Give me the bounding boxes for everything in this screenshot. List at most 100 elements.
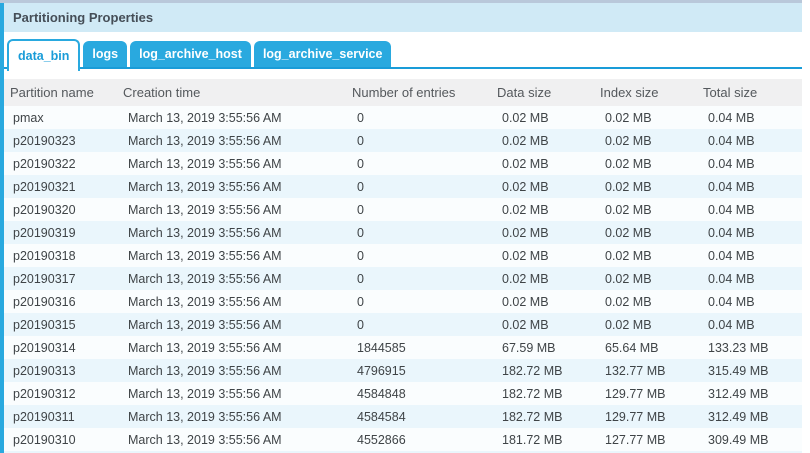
cell-number-of-entries: 0 — [352, 249, 497, 263]
tab-bar: data_binlogslog_archive_hostlog_archive_… — [4, 40, 802, 69]
page-title: Partitioning Properties — [13, 10, 153, 25]
table-body: pmaxMarch 13, 2019 3:55:56 AM00.02 MB0.0… — [4, 106, 802, 451]
tab-data-bin[interactable]: data_bin — [7, 39, 80, 71]
cell-number-of-entries: 0 — [352, 203, 497, 217]
partitions-table: Partition nameCreation timeNumber of ent… — [4, 79, 802, 453]
cell-total-size: 312.49 MB — [703, 387, 802, 401]
cell-number-of-entries: 4584848 — [352, 387, 497, 401]
cell-creation-time: March 13, 2019 3:55:56 AM — [123, 203, 352, 217]
column-header-total-size: Total size — [703, 85, 802, 100]
cell-partition-name: p20190311 — [4, 410, 123, 424]
cell-creation-time: March 13, 2019 3:55:56 AM — [123, 111, 352, 125]
cell-partition-name: p20190319 — [4, 226, 123, 240]
cell-data-size: 181.72 MB — [497, 433, 600, 447]
cell-number-of-entries: 4796915 — [352, 364, 497, 378]
cell-number-of-entries: 0 — [352, 134, 497, 148]
cell-total-size: 0.04 MB — [703, 203, 802, 217]
cell-total-size: 0.04 MB — [703, 157, 802, 171]
cell-data-size: 182.72 MB — [497, 387, 600, 401]
cell-data-size: 182.72 MB — [497, 410, 600, 424]
partitioning-properties-panel: Partitioning Properties data_binlogslog_… — [0, 0, 802, 453]
cell-number-of-entries: 0 — [352, 318, 497, 332]
cell-total-size: 315.49 MB — [703, 364, 802, 378]
cell-data-size: 0.02 MB — [497, 157, 600, 171]
tab-log-archive-host[interactable]: log_archive_host — [130, 41, 251, 67]
cell-number-of-entries: 0 — [352, 111, 497, 125]
cell-partition-name: p20190321 — [4, 180, 123, 194]
table-row[interactable]: p20190315March 13, 2019 3:55:56 AM00.02 … — [4, 313, 802, 336]
table-row[interactable]: p20190322March 13, 2019 3:55:56 AM00.02 … — [4, 152, 802, 175]
cell-total-size: 312.49 MB — [703, 410, 802, 424]
column-header-number-of-entries: Number of entries — [352, 85, 497, 100]
cell-index-size: 0.02 MB — [600, 295, 703, 309]
table-row[interactable]: p20190311March 13, 2019 3:55:56 AM458458… — [4, 405, 802, 428]
cell-index-size: 129.77 MB — [600, 410, 703, 424]
cell-total-size: 0.04 MB — [703, 111, 802, 125]
column-header-partition-name: Partition name — [4, 85, 123, 100]
cell-total-size: 0.04 MB — [703, 318, 802, 332]
table-row[interactable]: p20190313March 13, 2019 3:55:56 AM479691… — [4, 359, 802, 382]
cell-total-size: 0.04 MB — [703, 272, 802, 286]
cell-index-size: 0.02 MB — [600, 249, 703, 263]
cell-data-size: 0.02 MB — [497, 295, 600, 309]
cell-total-size: 0.04 MB — [703, 226, 802, 240]
table-row[interactable]: p20190312March 13, 2019 3:55:56 AM458484… — [4, 382, 802, 405]
cell-data-size: 0.02 MB — [497, 318, 600, 332]
cell-index-size: 0.02 MB — [600, 111, 703, 125]
table-row[interactable]: p20190316March 13, 2019 3:55:56 AM00.02 … — [4, 290, 802, 313]
column-header-data-size: Data size — [497, 85, 600, 100]
cell-creation-time: March 13, 2019 3:55:56 AM — [123, 134, 352, 148]
cell-creation-time: March 13, 2019 3:55:56 AM — [123, 364, 352, 378]
cell-total-size: 0.04 MB — [703, 295, 802, 309]
cell-index-size: 0.02 MB — [600, 203, 703, 217]
table-row[interactable]: p20190323March 13, 2019 3:55:56 AM00.02 … — [4, 129, 802, 152]
cell-creation-time: March 13, 2019 3:55:56 AM — [123, 433, 352, 447]
table-row[interactable]: pmaxMarch 13, 2019 3:55:56 AM00.02 MB0.0… — [4, 106, 802, 129]
cell-partition-name: p20190315 — [4, 318, 123, 332]
table-row[interactable]: p20190320March 13, 2019 3:55:56 AM00.02 … — [4, 198, 802, 221]
cell-index-size: 0.02 MB — [600, 134, 703, 148]
cell-number-of-entries: 4584584 — [352, 410, 497, 424]
table-row[interactable]: p20190318March 13, 2019 3:55:56 AM0 0.02 … — [4, 244, 802, 267]
cell-data-size: 0.02 MB — [497, 180, 600, 194]
cell-creation-time: March 13, 2019 3:55:56 AM — [123, 410, 352, 424]
cell-data-size: 0.02 MB — [497, 226, 600, 240]
cell-total-size: 309.49 MB — [703, 433, 802, 447]
cell-index-size: 0.02 MB — [600, 157, 703, 171]
cell-index-size: 0.02 MB — [600, 226, 703, 240]
table-header-row: Partition nameCreation timeNumber of ent… — [4, 79, 802, 106]
cell-number-of-entries: 0 — [352, 157, 497, 171]
tab-log-archive-service[interactable]: log_archive_service — [254, 41, 392, 67]
cell-number-of-entries: 0 — [352, 226, 497, 240]
table-row[interactable]: p20190317March 13, 2019 3:55:56 AM00.02 … — [4, 267, 802, 290]
cell-index-size: 65.64 MB — [600, 341, 703, 355]
tab-logs[interactable]: logs — [83, 41, 127, 67]
cell-index-size: 129.77 MB — [600, 387, 703, 401]
cell-total-size: 0.04 MB — [703, 249, 802, 263]
cell-number-of-entries: 4552866 — [352, 433, 497, 447]
table-row[interactable]: p20190321March 13, 2019 3:55:56 AM00.02 … — [4, 175, 802, 198]
cell-partition-name: p20190317 — [4, 272, 123, 286]
panel-body: Partitioning Properties data_binlogslog_… — [0, 3, 802, 453]
cell-partition-name: p20190314 — [4, 341, 123, 355]
cell-number-of-entries: 0 — [352, 272, 497, 286]
cell-total-size: 133.23 MB — [703, 341, 802, 355]
cell-partition-name: p20190310 — [4, 433, 123, 447]
cell-data-size: 0.02 MB — [497, 111, 600, 125]
table-row[interactable]: p20190314March 13, 2019 3:55:56 AM184458… — [4, 336, 802, 359]
cell-creation-time: March 13, 2019 3:55:56 AM — [123, 318, 352, 332]
cell-total-size: 0.04 MB — [703, 134, 802, 148]
cell-creation-time: March 13, 2019 3:55:56 AM — [123, 272, 352, 286]
table-row[interactable]: p20190319March 13, 2019 3:55:56 AM00.02 … — [4, 221, 802, 244]
cell-partition-name: p20190318 — [4, 249, 123, 263]
cell-data-size: 67.59 MB — [497, 341, 600, 355]
cell-index-size: 127.77 MB — [600, 433, 703, 447]
cell-creation-time: March 13, 2019 3:55:56 AM — [123, 180, 352, 194]
cell-creation-time: March 13, 2019 3:55:56 AM — [123, 295, 352, 309]
cell-creation-time: March 13, 2019 3:55:56 AM — [123, 249, 352, 263]
cell-partition-name: p20190316 — [4, 295, 123, 309]
table-row[interactable]: p20190310March 13, 2019 3:55:56 AM455286… — [4, 428, 802, 451]
cell-partition-name: p20190313 — [4, 364, 123, 378]
cell-partition-name: pmax — [4, 111, 123, 125]
cell-creation-time: March 13, 2019 3:55:56 AM — [123, 387, 352, 401]
